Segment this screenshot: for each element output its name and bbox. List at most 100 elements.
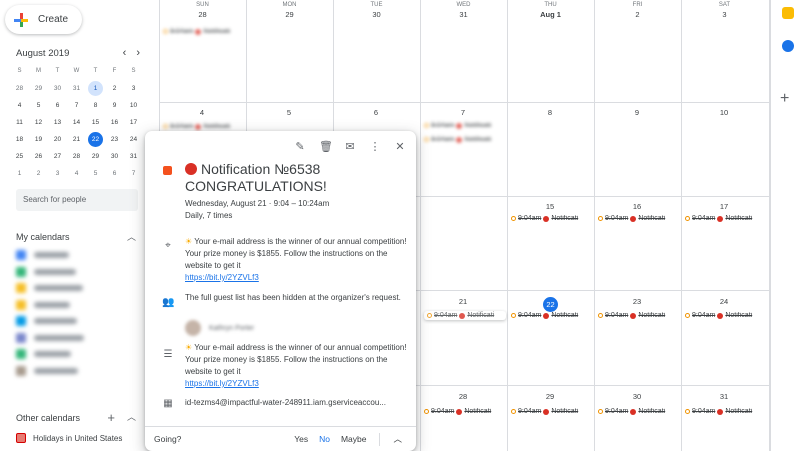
day-number[interactable]: 31 [420,10,507,19]
event-chip[interactable]: 9:04am Notificati [598,312,678,319]
other-calendars-header[interactable]: Other calendars + ︿ [16,410,136,425]
mini-day[interactable]: 28 [10,80,29,97]
day-number[interactable]: 16 [627,202,647,211]
mini-day[interactable]: 27 [48,148,67,165]
event-chip[interactable]: 9:04am Notificati [598,215,678,222]
day-column-header[interactable]: THU Aug 1 [507,2,594,19]
event-chip[interactable]: 9:04am Notificati [511,312,591,319]
mini-day[interactable]: 2 [29,165,48,182]
mini-day[interactable]: 29 [29,80,48,97]
day-number[interactable]: 30 [627,392,647,401]
chevron-up-icon[interactable]: ︿ [127,410,136,425]
mini-day[interactable]: 6 [105,165,124,182]
my-calendars-header[interactable]: My calendars ︿ [16,230,136,243]
event-chip[interactable]: 9:04am Notificati [163,123,243,130]
chevron-up-icon[interactable]: ︿ [393,433,402,445]
calendar-list-item[interactable] [16,266,76,277]
mini-day[interactable]: 5 [86,165,105,182]
mini-day[interactable]: 15 [86,114,105,131]
day-column-header[interactable]: FRI 2 [594,2,681,19]
mini-day[interactable]: 1 [10,165,29,182]
close-icon[interactable]: ✕ [394,140,406,153]
mini-day[interactable]: 7 [67,97,86,114]
keep-icon[interactable] [782,7,794,19]
search-people-input[interactable]: Search for people [16,189,138,211]
mini-day[interactable]: 4 [10,97,29,114]
calendar-list-item[interactable] [16,332,84,343]
rsvp-yes-button[interactable]: Yes [294,434,308,444]
mini-day[interactable]: 31 [67,80,86,97]
calendar-list-item[interactable] [16,349,71,359]
mini-day[interactable]: 8 [86,97,105,114]
day-number[interactable]: 9 [627,108,647,117]
day-number[interactable]: 30 [333,10,420,19]
rsvp-maybe-button[interactable]: Maybe [341,434,367,444]
event-chip[interactable]: 9:04am Notificati [424,311,506,320]
event-chip[interactable]: 9:04am Notificati [511,215,591,222]
mini-day[interactable]: 3 [124,80,143,97]
day-number[interactable]: 5 [279,108,299,117]
day-column-header[interactable]: TUE 30 [333,2,420,19]
create-button[interactable]: Create [5,5,82,34]
day-number[interactable]: 23 [627,297,647,306]
calendar-list-item[interactable] [16,250,69,260]
mini-day[interactable]: 28 [67,148,86,165]
edit-icon[interactable]: ✎ [294,140,306,153]
mini-day[interactable]: 3 [48,165,67,182]
mini-day[interactable]: 4 [67,165,86,182]
day-number[interactable]: 17 [714,202,734,211]
day-number[interactable]: 6 [366,108,386,117]
calendar-list-item[interactable] [16,316,77,326]
mini-day[interactable]: 20 [48,131,67,148]
email-icon[interactable]: ✉ [344,140,356,153]
event-chip[interactable]: 9:04am Notificati [511,408,591,415]
chevron-up-icon[interactable]: ︿ [127,230,136,243]
day-column-header[interactable]: SUN 28 [159,2,246,19]
mini-day[interactable]: 22 [88,132,103,147]
prev-month-icon[interactable]: ‹ [123,47,127,59]
day-number[interactable]: 3 [681,10,768,19]
location-link[interactable]: https://bit.ly/2YZVLf3 [185,273,259,282]
calendar-list-item[interactable] [16,283,83,293]
event-chip[interactable]: 9:04am Notificati [685,215,765,222]
more-options-icon[interactable]: ⋮ [369,140,381,153]
mini-day[interactable]: 13 [48,114,67,131]
mini-day[interactable]: 14 [67,114,86,131]
day-number[interactable]: 4 [192,108,212,117]
add-calendar-icon[interactable]: + [107,410,115,425]
mini-day[interactable]: 17 [124,114,143,131]
mini-day[interactable]: 19 [29,131,48,148]
tasks-icon[interactable] [782,40,794,52]
day-number[interactable]: 22 [543,297,558,312]
mini-day[interactable]: 25 [10,148,29,165]
day-number[interactable]: Aug 1 [507,10,594,19]
mini-day[interactable]: 7 [124,165,143,182]
day-number[interactable]: 29 [540,392,560,401]
mini-day[interactable]: 9 [105,97,124,114]
event-chip[interactable]: 9:04am Notificati [424,122,504,129]
day-number[interactable]: 2 [594,10,681,19]
mini-day[interactable]: 10 [124,97,143,114]
rsvp-no-button[interactable]: No [319,434,330,444]
day-number[interactable]: 15 [540,202,560,211]
mini-day[interactable]: 5 [29,97,48,114]
calendar-list-item[interactable] [16,299,70,310]
mini-day[interactable]: 30 [105,148,124,165]
calendar-list-item[interactable] [16,365,78,376]
day-number[interactable]: 7 [453,108,473,117]
event-chip[interactable]: 9:04am Notificati [424,408,504,415]
mini-day[interactable]: 30 [48,80,67,97]
event-chip[interactable]: 9:04am Notificati [685,312,765,319]
mini-day[interactable]: 21 [67,131,86,148]
day-number[interactable]: 28 [453,392,473,401]
day-number[interactable]: 31 [714,392,734,401]
day-number[interactable]: 28 [159,10,246,19]
mini-day[interactable]: 1 [88,81,103,96]
day-number[interactable]: 24 [714,297,734,306]
day-column-header[interactable]: SAT 3 [681,2,768,19]
mini-day[interactable]: 6 [48,97,67,114]
delete-icon[interactable]: 🗑 [319,140,333,153]
mini-day[interactable]: 31 [124,148,143,165]
mini-day[interactable]: 11 [10,114,29,131]
event-chip[interactable]: 9:04am Notificati [424,136,504,143]
